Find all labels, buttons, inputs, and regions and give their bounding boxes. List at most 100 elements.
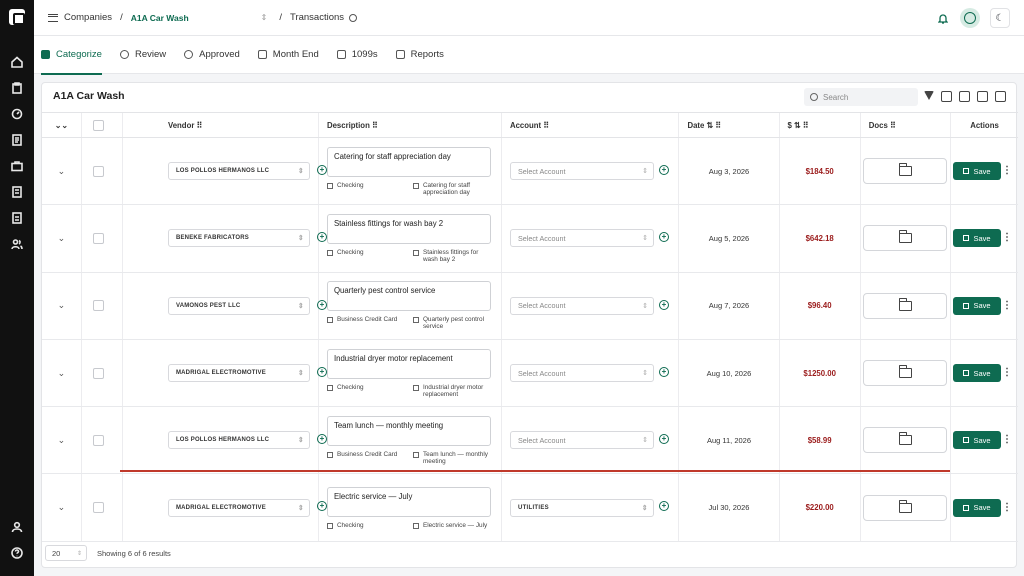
ledger-icon[interactable]: [10, 185, 24, 199]
tab-1099s[interactable]: 1099s: [336, 36, 378, 74]
docs-upload[interactable]: [863, 494, 948, 521]
more-options-icon[interactable]: ⋮: [1002, 300, 1012, 310]
vendor-select[interactable]: LOS POLLOS HERMANOS LLC: [167, 431, 310, 450]
columns-icon[interactable]: [959, 91, 970, 102]
row-checkbox[interactable]: [92, 300, 104, 312]
select-all-checkbox[interactable]: [92, 119, 104, 131]
add-account-icon[interactable]: +: [658, 501, 669, 512]
tab-review[interactable]: Review: [119, 36, 166, 74]
account-select[interactable]: Select Account: [509, 364, 654, 383]
docs-upload[interactable]: [863, 158, 948, 185]
help-icon[interactable]: [10, 546, 24, 560]
tab-reports[interactable]: Reports: [395, 36, 444, 74]
description-field[interactable]: Stainless fittings for wash bay 2: [326, 213, 491, 244]
save-button[interactable]: Save: [953, 296, 1001, 315]
save-button[interactable]: Save: [953, 162, 1001, 181]
avatar[interactable]: [960, 8, 980, 28]
table-row[interactable]: ⌄ VAMONOS PEST LLC + Quarterly pest cont…: [42, 272, 1018, 340]
description-field[interactable]: Team lunch — monthly meeting: [326, 415, 491, 446]
row-checkbox[interactable]: [92, 434, 104, 446]
save-button[interactable]: Save: [953, 364, 1001, 383]
expand-row-icon[interactable]: ⌄: [42, 137, 82, 206]
table-row[interactable]: ⌄ LOS POLLOS HERMANOS LLC + Team lunch —…: [42, 406, 1018, 475]
expand-row-icon[interactable]: ⌄: [42, 204, 82, 273]
bell-icon[interactable]: [936, 11, 950, 25]
tab-categorize[interactable]: Categorize: [41, 36, 102, 75]
briefcase-icon[interactable]: [10, 159, 24, 173]
tab-month-end[interactable]: Month End: [257, 36, 319, 74]
density-icon[interactable]: [941, 91, 952, 102]
logo-icon[interactable]: [9, 9, 25, 25]
save-button[interactable]: Save: [953, 498, 1001, 517]
vendor-select[interactable]: MADRIGAL ELECTROMOTIVE: [167, 364, 310, 383]
expand-all-icon[interactable]: ⌄⌄: [42, 112, 82, 138]
grid-icon[interactable]: [977, 91, 988, 102]
table-row[interactable]: ⌄ BENEKE FABRICATORS + Stainless fitting…: [42, 204, 1018, 273]
description-field[interactable]: Quarterly pest control service: [326, 281, 491, 312]
gauge-icon[interactable]: [10, 107, 24, 121]
expand-row-icon[interactable]: ⌄: [42, 339, 82, 408]
expand-row-icon[interactable]: ⌄: [42, 406, 82, 475]
vendor-select[interactable]: BENEKE FABRICATORS: [167, 229, 310, 248]
more-options-icon[interactable]: ⋮: [1002, 435, 1012, 445]
column-docs[interactable]: Docs ⠿: [859, 112, 951, 138]
column-account[interactable]: Account ⠿: [500, 112, 679, 138]
document-icon[interactable]: [10, 133, 24, 147]
column-description[interactable]: Description ⠿: [317, 112, 502, 138]
table-row[interactable]: ⌄ MADRIGAL ELECTROMOTIVE + Industrial dr…: [42, 339, 1018, 408]
vendor-select[interactable]: VAMONOS PEST LLC: [167, 296, 310, 315]
account-select[interactable]: Select Account: [509, 229, 654, 248]
more-options-icon[interactable]: ⋮: [1002, 368, 1012, 378]
more-options-icon[interactable]: ⋮: [1002, 166, 1012, 176]
expand-row-icon[interactable]: ⌄: [42, 473, 82, 542]
column-date[interactable]: Date ⇅ ⠿: [678, 112, 780, 138]
add-account-icon[interactable]: +: [658, 165, 669, 175]
add-account-icon[interactable]: +: [658, 366, 669, 377]
breadcrumb-companies[interactable]: Companies: [64, 12, 112, 23]
description-field[interactable]: Electric service — July: [326, 486, 491, 517]
moon-icon[interactable]: ☾: [990, 8, 1010, 28]
vendor-select[interactable]: LOS POLLOS HERMANOS LLC: [167, 162, 310, 181]
tab-approved[interactable]: Approved: [184, 36, 240, 74]
description-field[interactable]: Catering for staff appreciation day: [326, 146, 491, 177]
more-options-icon[interactable]: ⋮: [1002, 233, 1012, 243]
add-account-icon[interactable]: +: [658, 232, 669, 243]
user-icon[interactable]: [10, 520, 24, 534]
docs-upload[interactable]: [863, 360, 948, 387]
more-options-icon[interactable]: ⋮: [1002, 502, 1012, 512]
account-select[interactable]: Select Account: [509, 162, 654, 181]
company-switch-icon[interactable]: ⇕: [261, 13, 268, 22]
description-field[interactable]: Industrial dryer motor replacement: [326, 348, 491, 379]
breadcrumb-transactions[interactable]: Transactions: [290, 12, 344, 23]
filter-icon[interactable]: [924, 91, 934, 100]
account-select[interactable]: Select Account: [509, 431, 654, 450]
row-checkbox[interactable]: [92, 502, 104, 514]
row-checkbox[interactable]: [92, 367, 104, 379]
docs-upload[interactable]: [863, 225, 948, 252]
table-row[interactable]: ⌄ MADRIGAL ELECTROMOTIVE + Electric serv…: [42, 473, 1018, 542]
vendor-select[interactable]: MADRIGAL ELECTROMOTIVE: [167, 498, 310, 517]
save-button[interactable]: Save: [953, 431, 1001, 450]
row-checkbox[interactable]: [92, 232, 104, 244]
page-size-select[interactable]: 20: [45, 545, 87, 561]
gear-icon[interactable]: [349, 13, 358, 22]
clipboard-icon[interactable]: [10, 81, 24, 95]
home-icon[interactable]: [10, 55, 24, 69]
docs-upload[interactable]: [863, 292, 948, 319]
account-select[interactable]: Select Account: [509, 296, 654, 315]
add-account-icon[interactable]: +: [658, 299, 669, 310]
save-button[interactable]: Save: [953, 229, 1001, 248]
add-account-icon[interactable]: +: [658, 434, 669, 445]
expand-row-icon[interactable]: ⌄: [42, 272, 82, 340]
docs-upload[interactable]: [863, 427, 948, 454]
breadcrumb-company[interactable]: A1A Car Wash: [131, 13, 189, 23]
account-select[interactable]: UTILITIES: [509, 498, 654, 517]
report-icon[interactable]: [10, 211, 24, 225]
search-input[interactable]: Search: [804, 88, 918, 106]
row-checkbox[interactable]: [92, 165, 104, 177]
users-icon[interactable]: [10, 237, 24, 251]
menu-icon[interactable]: [48, 13, 58, 22]
column-vendor[interactable]: Vendor ⠿: [121, 112, 319, 138]
fullscreen-icon[interactable]: [995, 91, 1006, 102]
table-row[interactable]: ⌄ LOS POLLOS HERMANOS LLC + Catering for…: [42, 137, 1018, 206]
